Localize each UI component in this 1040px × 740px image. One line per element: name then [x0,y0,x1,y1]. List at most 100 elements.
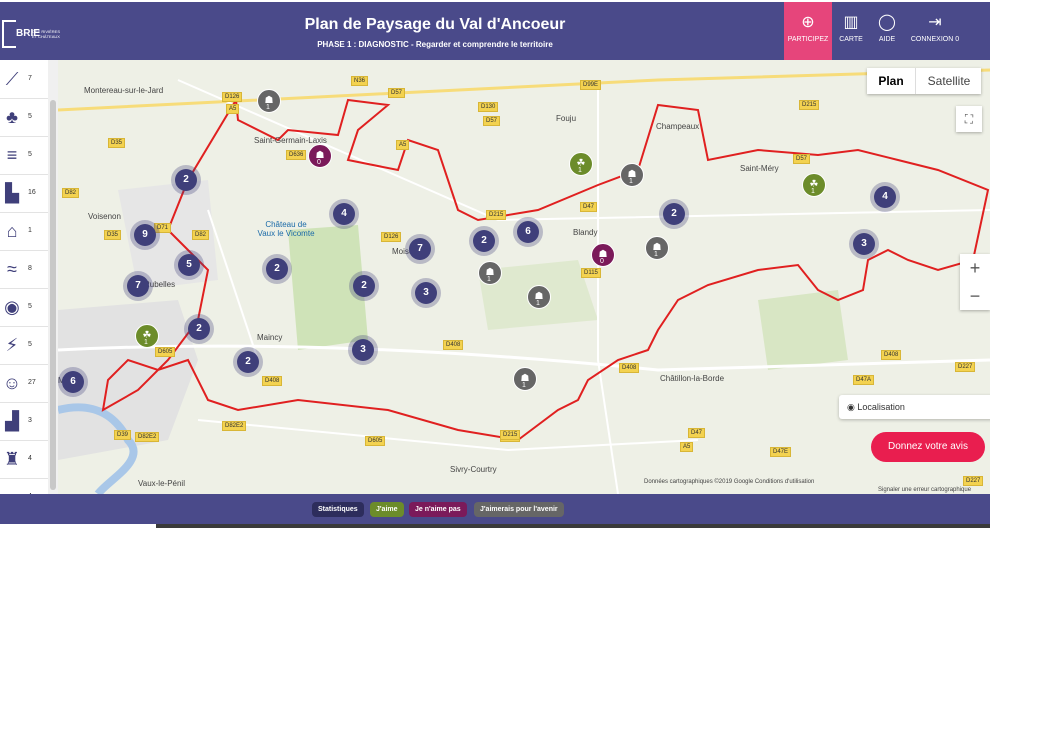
category-sidebar: ⟋7♣5≡5▙16⌂1≈8◉5⚡5☺27▟3♜4▭4 [0,60,59,517]
statistiques-button[interactable]: Statistiques [312,502,364,517]
sidebar-item-viewpoint[interactable]: ◉ 5 [0,288,48,327]
road-label: D57 [793,154,811,164]
marker-cluster[interactable]: 5 [178,254,200,276]
map-type-plan-button[interactable]: Plan [867,68,915,94]
report-map-error-link[interactable]: Signaler une erreur cartographique [878,487,971,493]
zoom-out-button[interactable]: − [960,282,990,310]
road-label: D82E2 [135,432,160,442]
road-label: D47E [770,447,792,457]
map-type-satellite-button[interactable]: Satellite [915,68,982,94]
opinion-marker-grey[interactable]: ☗ 1 [478,261,502,285]
sidebar-item-castle[interactable]: ♜ 4 [0,440,48,479]
road-label: D126 [381,232,402,242]
donnez-votre-avis-button[interactable]: Donnez votre avis [871,432,985,462]
road-label: D47 [580,202,598,212]
place-label: Champeaux [656,122,700,131]
road-label: D71 [154,223,172,233]
nav-aide-button[interactable]: ◯ AIDE [872,2,902,60]
trees-icon: ♣ [6,107,18,127]
marker-cluster[interactable]: 4 [333,203,355,225]
marker-cluster[interactable]: 6 [517,221,539,243]
nav-connexion-button[interactable]: ⇥ CONNEXION 0 [908,2,962,60]
marker-cluster[interactable]: 2 [353,275,375,297]
sidebar-item-fields[interactable]: ≡ 5 [0,136,48,175]
road-label: D215 [799,100,820,110]
fullscreen-icon[interactable]: ⛶ [956,106,982,132]
marker-count: 1 [654,251,658,258]
sidebar-item-village[interactable]: ⌂ 1 [0,212,48,251]
road-label: D605 [155,347,176,357]
sidebar-item-count: 7 [28,75,32,82]
opinion-marker-grey[interactable]: ☗ 1 [257,89,281,113]
map-credits[interactable]: Données cartographiques ©2019 Google Con… [644,479,814,485]
opinion-marker-grey[interactable]: ☗ 1 [645,236,669,260]
opinion-marker-grey[interactable]: ☗ 1 [620,163,644,187]
marker-cluster[interactable]: 2 [473,230,495,252]
zoom-control: + − [960,254,990,310]
opinion-marker-grey[interactable]: ☗ 1 [513,367,537,391]
sidebar-item-count: 16 [28,189,36,196]
road-label: D39 [114,430,132,440]
marker-cluster[interactable]: 2 [237,351,259,373]
road-label: A5 [680,442,694,452]
place-label: Montereau-sur-le-Jard [84,86,164,95]
sidebar-scroll-thumb[interactable] [50,100,56,490]
road-label: D99E [580,80,602,90]
power-line-icon: ⚡ [5,335,19,355]
marker-cluster[interactable]: 7 [127,275,149,297]
marker-cluster[interactable]: 3 [352,339,374,361]
sidebar-item-river[interactable]: ≈8 [0,250,48,289]
opinion-marker-purple[interactable]: ☗ 0 [308,144,332,168]
marker-cluster[interactable]: 7 [409,238,431,260]
nav-label: CARTE [839,36,863,43]
localisation-button[interactable]: ◉ Localisation [839,395,990,419]
sidebar-item-power-line[interactable]: ⚡ 5 [0,326,48,365]
road-label: D35 [104,230,122,240]
sidebar-item-industry[interactable]: ▟ 3 [0,402,48,441]
marker-cluster[interactable]: 2 [175,169,197,191]
logo[interactable]: BRIE DES RIVIÈRES ET CHÂTEAUX [2,20,60,48]
filter-jaime-button[interactable]: J'aime [370,502,404,517]
marker-cluster[interactable]: 4 [874,186,896,208]
map-canvas[interactable]: Montereau-sur-le-Jard Saint-Germain-Laxis… [58,60,990,494]
road-label: D82E2 [222,421,247,431]
marker-count: 1 [144,339,148,346]
road-label: D115 [581,268,601,278]
marker-cluster[interactable]: 2 [663,203,685,225]
road-icon: ⟋ [5,69,19,89]
place-label: Sivry-Courtry [450,465,497,474]
marker-cluster[interactable]: 2 [188,318,210,340]
opinion-marker-grey[interactable]: ☗ 1 [527,285,551,309]
opinion-marker-green[interactable]: ☘ 1 [802,173,826,197]
zoom-in-button[interactable]: + [960,254,990,282]
filter-jaimerais-button[interactable]: J'aimerais pour l'avenir [474,502,564,517]
nav-label: PARTICIPEZ [787,36,829,43]
marker-count: 1 [487,276,491,283]
marker-cluster[interactable]: 3 [415,282,437,304]
road-label: D47A [853,375,875,385]
opinion-marker-green[interactable]: ☘ 1 [569,152,593,176]
filter-bar: Statistiques J'aime Je n'aime pas J'aime… [0,494,990,524]
sidebar-item-road[interactable]: ⟋ 7 [0,60,48,99]
opinion-marker-green[interactable]: ☘ 1 [135,324,159,348]
sidebar-item-factory[interactable]: ▙ 16 [0,174,48,213]
marker-cluster[interactable]: 6 [62,371,84,393]
place-label: Châtillon-la-Borde [660,374,725,383]
map-icon: ▥ [843,14,859,31]
village-icon: ⌂ [6,221,18,241]
nav-participez-button[interactable]: ⊕ PARTICIPEZ [784,2,832,60]
filter-jenaimepas-button[interactable]: Je n'aime pas [409,502,467,517]
sidebar-item-count: 1 [28,227,32,234]
sidebar-item-hikers[interactable]: ☺ 27 [0,364,48,403]
marker-cluster[interactable]: 3 [853,233,875,255]
sidebar-item-trees[interactable]: ♣ 5 [0,98,48,137]
sidebar-item-count: 8 [28,265,32,272]
marker-cluster[interactable]: 2 [266,258,288,280]
road [197,419,699,452]
nav-carte-button[interactable]: ▥ CARTE [836,2,866,60]
bottom-strip [156,524,990,528]
road-label: D408 [619,363,640,373]
marker-count: 1 [522,382,526,389]
marker-cluster[interactable]: 9 [134,224,156,246]
opinion-marker-purple[interactable]: ☗ 0 [591,243,615,267]
